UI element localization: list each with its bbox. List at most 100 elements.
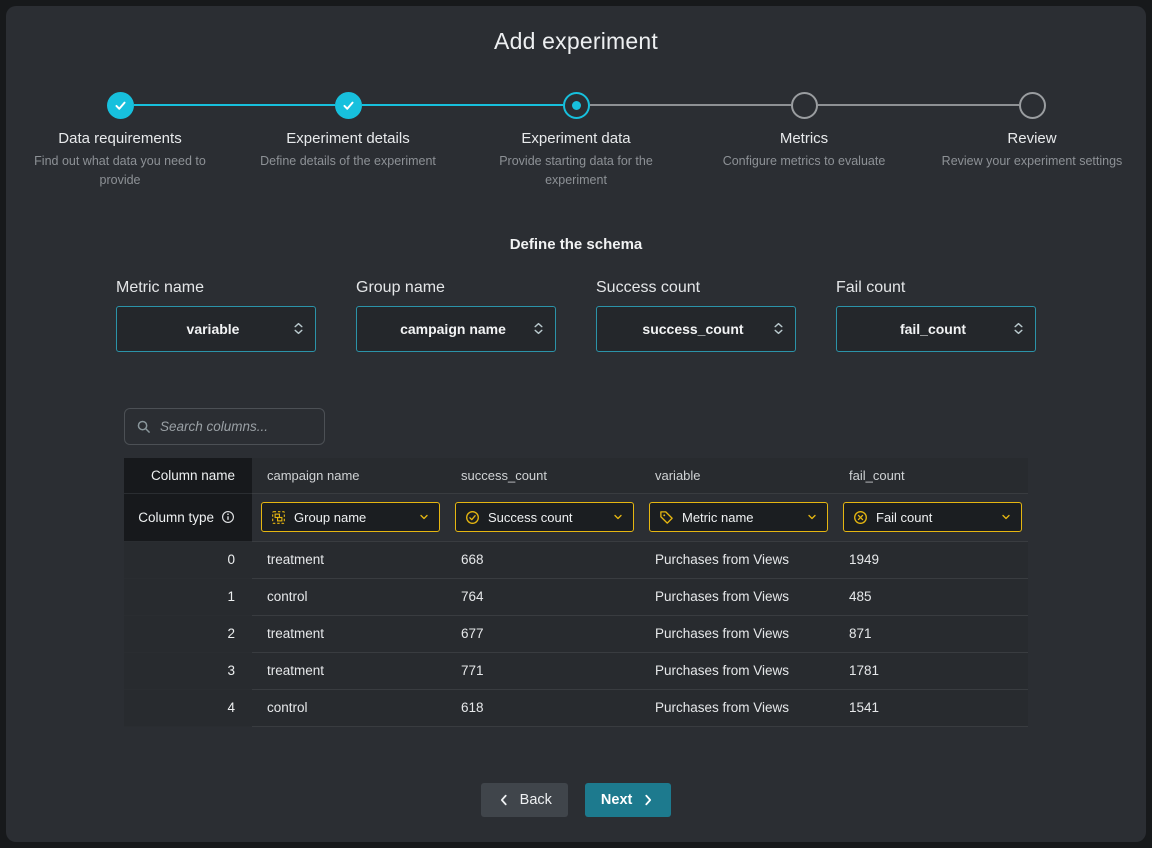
wizard-footer: Back Next — [6, 783, 1146, 817]
step-connector — [918, 104, 1019, 106]
table-cell: 1949 — [834, 542, 1028, 579]
search-icon — [136, 419, 151, 434]
search-columns-box[interactable] — [124, 408, 325, 445]
info-icon[interactable] — [221, 510, 235, 524]
table-cell: Purchases from Views — [640, 690, 834, 727]
step-track — [690, 91, 918, 119]
step-upcoming-icon — [791, 92, 818, 119]
double-caret-icon — [1011, 321, 1026, 336]
wizard-stepper: Data requirements Find out what data you… — [6, 91, 1146, 190]
double-caret-icon — [771, 321, 786, 336]
column-type-value: Fail count — [876, 510, 992, 525]
step-connector — [6, 104, 107, 106]
column-type-dropdown-group-name[interactable]: Group name — [261, 502, 440, 532]
step-metrics[interactable]: Metrics Configure metrics to evaluate — [690, 91, 918, 190]
chevron-right-icon — [641, 793, 655, 807]
select-value: variable — [135, 321, 291, 337]
table-cell: 1541 — [834, 690, 1028, 727]
step-complete-icon — [107, 92, 134, 119]
table-cell: 1781 — [834, 653, 1028, 690]
table-cell: Purchases from Views — [640, 653, 834, 690]
step-connector — [818, 104, 919, 106]
table-cell: 771 — [446, 653, 640, 690]
column-type-cell: Fail count — [834, 494, 1028, 542]
table-cell: treatment — [252, 542, 446, 579]
double-caret-icon — [531, 321, 546, 336]
table-cell: Purchases from Views — [640, 579, 834, 616]
selector-fail-count: Fail count fail_count — [836, 279, 1036, 352]
step-track — [234, 91, 462, 119]
table-cell: 618 — [446, 690, 640, 727]
step-description: Provide starting data for the experiment — [462, 152, 690, 190]
select-value: fail_count — [855, 321, 1011, 337]
column-type-cell: Success count — [446, 494, 640, 542]
table-cell: control — [252, 690, 446, 727]
column-type-cell: Metric name — [640, 494, 834, 542]
back-button[interactable]: Back — [481, 783, 568, 817]
group-icon — [271, 510, 286, 525]
column-type-value: Metric name — [682, 510, 798, 525]
row-index: 2 — [124, 616, 252, 653]
group-name-select[interactable]: campaign name — [356, 306, 556, 352]
column-header: fail_count — [834, 458, 1028, 494]
table-cell: 871 — [834, 616, 1028, 653]
row-index: 1 — [124, 579, 252, 616]
column-type-dropdown-metric-name[interactable]: Metric name — [649, 502, 828, 532]
columns-table: Column name campaign name success_count … — [124, 458, 1028, 727]
table-cell: 764 — [446, 579, 640, 616]
step-data-requirements[interactable]: Data requirements Find out what data you… — [6, 91, 234, 190]
table-cell: control — [252, 579, 446, 616]
schema-selectors: Metric name variable Group name campaign… — [116, 279, 1036, 352]
chevron-down-icon — [418, 511, 430, 523]
step-current-icon — [563, 92, 590, 119]
step-connector — [1046, 104, 1147, 106]
step-label: Experiment data — [521, 130, 630, 147]
selector-group-name: Group name campaign name — [356, 279, 556, 352]
column-type-dropdown-fail-count[interactable]: Fail count — [843, 502, 1022, 532]
step-description: Configure metrics to evaluate — [707, 152, 902, 171]
column-type-value: Group name — [294, 510, 410, 525]
table-cell: Purchases from Views — [640, 616, 834, 653]
select-value: success_count — [615, 321, 771, 337]
step-label: Review — [1007, 130, 1056, 147]
column-header: campaign name — [252, 458, 446, 494]
next-button[interactable]: Next — [585, 783, 671, 817]
step-label: Metrics — [780, 130, 828, 147]
selector-success-count: Success count success_count — [596, 279, 796, 352]
table-cell: Purchases from Views — [640, 542, 834, 579]
step-review[interactable]: Review Review your experiment settings — [918, 91, 1146, 190]
success-count-select[interactable]: success_count — [596, 306, 796, 352]
metric-name-select[interactable]: variable — [116, 306, 316, 352]
selector-label: Group name — [356, 279, 556, 297]
x-circle-icon — [853, 510, 868, 525]
column-type-cell: Group name — [252, 494, 446, 542]
selector-label: Fail count — [836, 279, 1036, 297]
step-experiment-data[interactable]: Experiment data Provide starting data fo… — [462, 91, 690, 190]
column-header: variable — [640, 458, 834, 494]
step-description: Define details of the experiment — [244, 152, 452, 171]
step-experiment-details[interactable]: Experiment details Define details of the… — [234, 91, 462, 190]
search-columns-input[interactable] — [160, 419, 313, 434]
table-cell: 485 — [834, 579, 1028, 616]
selector-label: Success count — [596, 279, 796, 297]
table-cell: treatment — [252, 616, 446, 653]
step-track — [6, 91, 234, 119]
chevron-down-icon — [612, 511, 624, 523]
step-connector — [362, 104, 463, 106]
select-value: campaign name — [375, 321, 531, 337]
column-type-value: Success count — [488, 510, 604, 525]
table-cell: treatment — [252, 653, 446, 690]
selector-label: Metric name — [116, 279, 316, 297]
corner-header-cell: Column name — [124, 458, 252, 494]
current-step-dot — [572, 101, 581, 110]
add-experiment-dialog: Add experiment Data requirements Find ou… — [6, 6, 1146, 842]
step-connector — [462, 104, 563, 106]
columns-table-section: Column name campaign name success_count … — [124, 408, 1028, 727]
row-index: 0 — [124, 542, 252, 579]
column-type-dropdown-success-count[interactable]: Success count — [455, 502, 634, 532]
column-header: success_count — [446, 458, 640, 494]
table-cell: 668 — [446, 542, 640, 579]
step-connector — [134, 104, 235, 106]
chevron-left-icon — [497, 793, 511, 807]
fail-count-select[interactable]: fail_count — [836, 306, 1036, 352]
